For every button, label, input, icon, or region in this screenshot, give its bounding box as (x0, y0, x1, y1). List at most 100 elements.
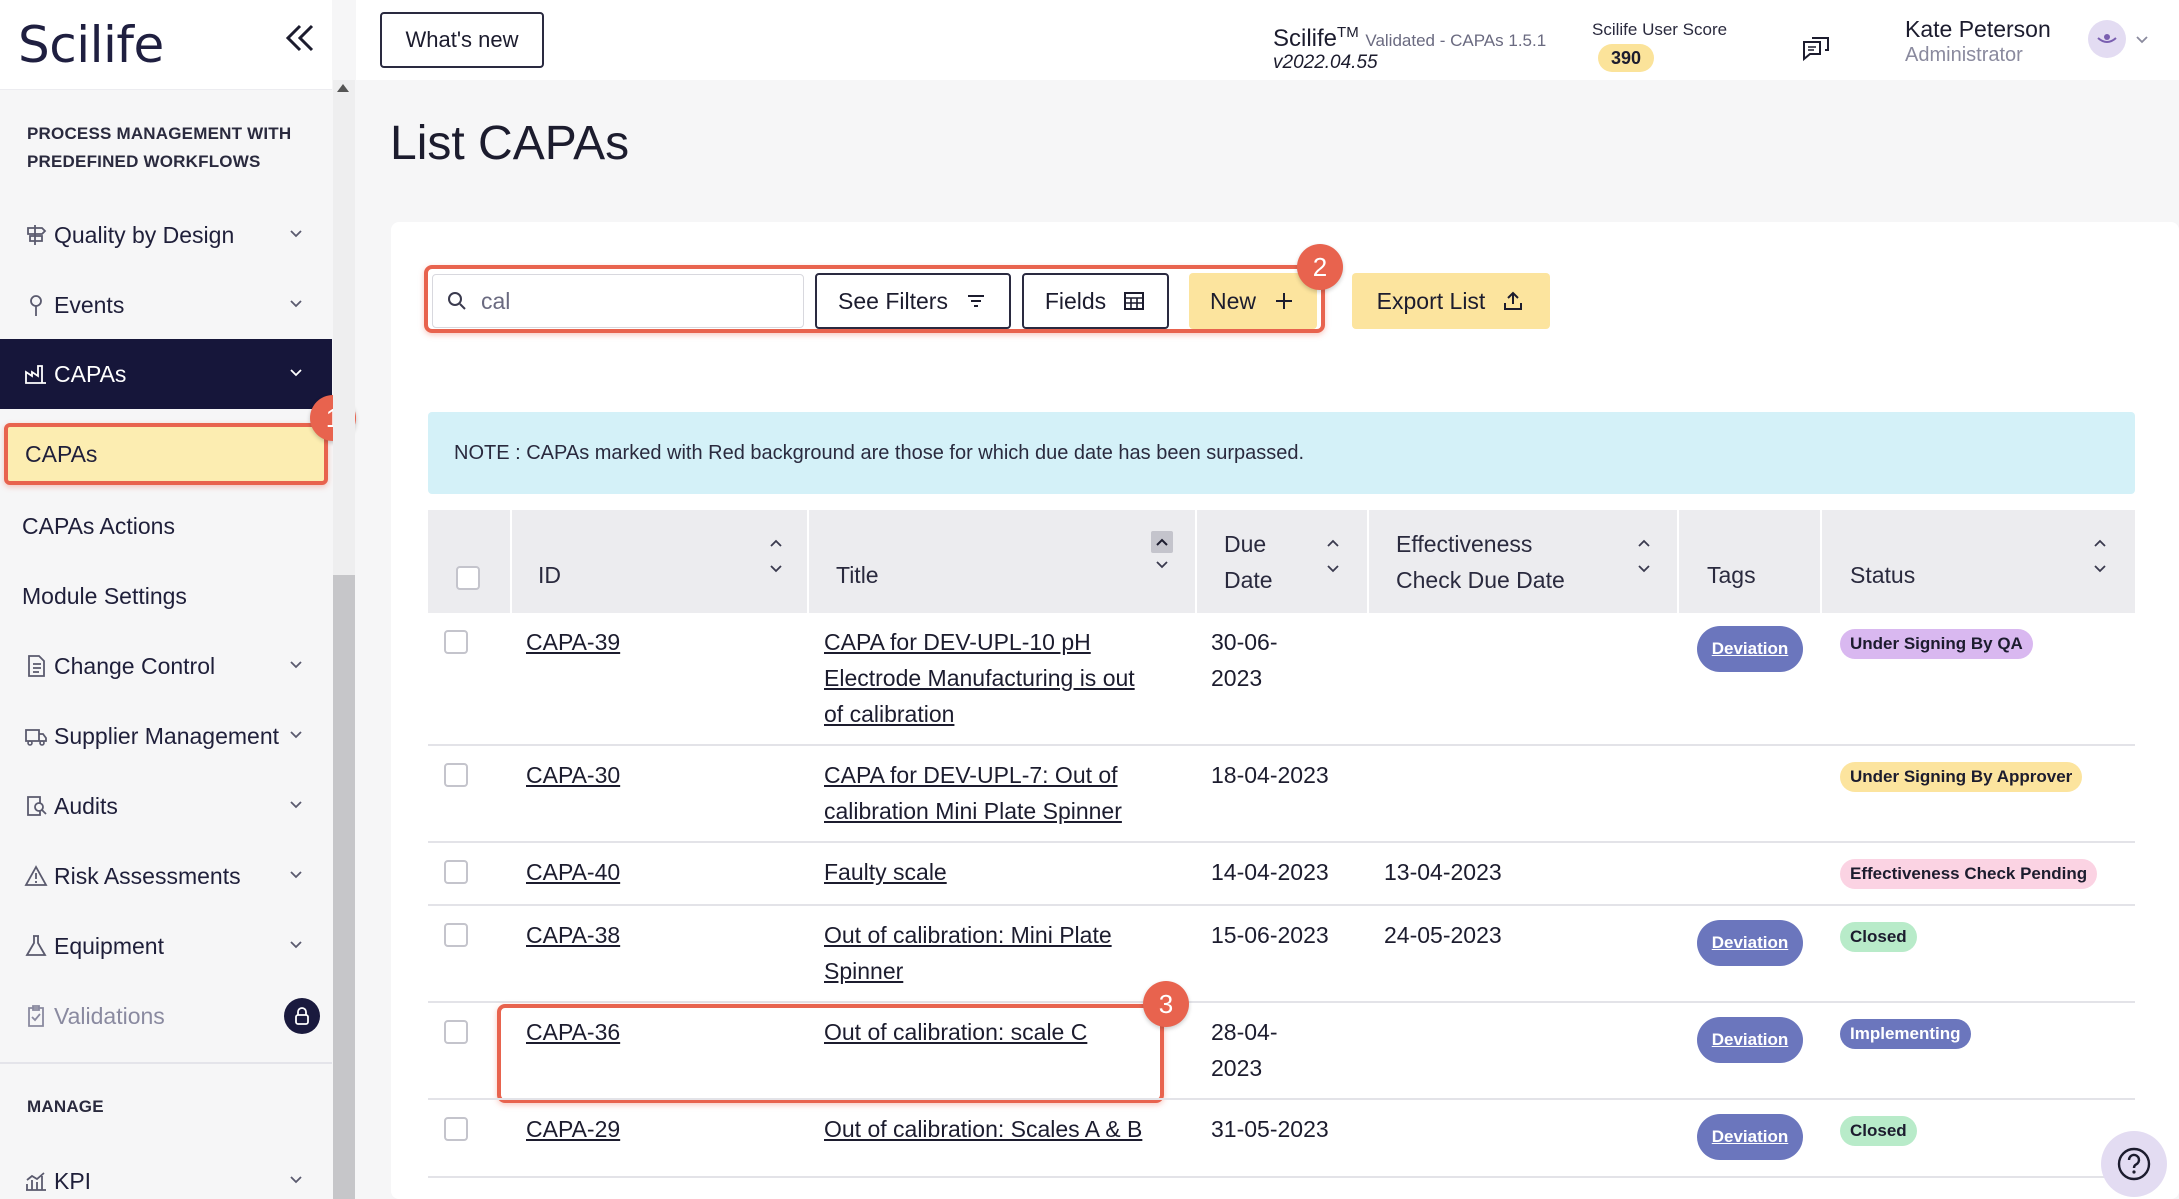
sidebar-scroll-thumb[interactable] (333, 575, 355, 1199)
date-line: 2023 (1211, 665, 1263, 691)
capa-title-link[interactable]: Out of calibration: Scales A & B (824, 1111, 1142, 1147)
factory-icon (22, 360, 50, 388)
status-badge: Implementing (1840, 1019, 1971, 1049)
row-divider (428, 1001, 2135, 1003)
nav-label: Supplier Management (54, 722, 280, 749)
row-divider (428, 1176, 2135, 1178)
export-list-label: Export List (1376, 287, 1486, 314)
nav-events[interactable]: Events (0, 272, 332, 338)
tag-deviation[interactable]: Deviation (1697, 920, 1803, 966)
nav-label: Equipment (54, 932, 164, 959)
tag-deviation[interactable]: Deviation (1697, 1017, 1803, 1063)
title-line: of calibration (824, 701, 955, 727)
chevron-down-icon[interactable] (2134, 34, 2150, 46)
row-checkbox[interactable] (444, 860, 468, 884)
sort-ascending-active-icon[interactable] (1150, 530, 1174, 554)
sub-item-capas[interactable]: CAPAs (4, 423, 328, 485)
status-badge: Closed (1840, 1116, 1917, 1146)
chevron-down-icon (290, 661, 302, 669)
capa-title-link[interactable]: Out of calibration: Mini Plate Spinner (824, 917, 1112, 989)
title-line: Out of calibration: Mini Plate (824, 922, 1112, 948)
status-badge: Under Signing By QA (1840, 629, 2033, 659)
app-name: ScilifeTM Validated - CAPAs 1.5.1 (1273, 24, 1546, 53)
tag-deviation[interactable]: Deviation (1697, 626, 1803, 672)
capa-id-link[interactable]: CAPA-29 (526, 1111, 620, 1147)
header-line: Check Due Date (1396, 567, 1565, 593)
nav-validations[interactable]: Validations (0, 983, 332, 1049)
capa-title-link[interactable]: Faulty scale (824, 854, 947, 890)
sort-icon[interactable] (1636, 536, 1652, 576)
header-line: Effectiveness (1396, 531, 1533, 557)
nav-capas[interactable]: CAPAs (0, 339, 332, 409)
sort-icon[interactable] (1325, 536, 1341, 576)
scilife-logo[interactable]: Scilife (18, 16, 164, 74)
nav-label: KPI (54, 1167, 92, 1194)
nav-label: Risk Assessments (54, 862, 241, 889)
capa-id-link[interactable]: CAPA-39 (526, 624, 620, 660)
title-line: calibration Mini Plate Spinner (824, 798, 1122, 824)
column-header-effectiveness[interactable]: Effectiveness Check Due Date (1396, 526, 1565, 629)
row-checkbox[interactable] (444, 1117, 468, 1141)
whats-new-button[interactable]: What's new (380, 12, 544, 68)
sort-icon[interactable] (768, 536, 784, 576)
row-divider (428, 1098, 2135, 1100)
row-checkbox[interactable] (444, 630, 468, 654)
collapse-sidebar-icon[interactable] (282, 20, 318, 56)
chevron-down-icon (290, 801, 302, 809)
export-list-button[interactable]: Export List (1352, 273, 1550, 329)
truck-icon (22, 722, 50, 750)
user-score-label: Scilife User Score (1592, 20, 1728, 39)
nav-equipment[interactable]: Equipment (0, 913, 332, 979)
sub-item-capas-actions[interactable]: CAPAs Actions (0, 493, 332, 559)
avatar-face-icon (2097, 34, 2117, 43)
nav-risk-assessments[interactable]: Risk Assessments (0, 843, 332, 909)
nav-supplier-management[interactable]: Supplier Management (0, 703, 332, 769)
capa-title-link[interactable]: CAPA for DEV-UPL-10 pH Electrode Manufac… (824, 624, 1135, 732)
title-line: CAPA for DEV-UPL-10 pH (824, 629, 1091, 655)
capa-title-link[interactable]: CAPA for DEV-UPL-7: Out of calibration M… (824, 757, 1122, 829)
row-checkbox[interactable] (444, 1020, 468, 1044)
date-line: 28-04- (1211, 1019, 1278, 1045)
row-checkbox[interactable] (444, 923, 468, 947)
capa-id-link[interactable]: CAPA-40 (526, 854, 620, 890)
section-label-manage: MANAGE (27, 1097, 104, 1116)
toolbar-highlight (424, 265, 1325, 333)
chevron-down-icon (290, 300, 302, 308)
due-date: 28-04- 2023 (1211, 1014, 1277, 1086)
nav-kpi[interactable]: KPI (0, 1148, 332, 1199)
row-checkbox[interactable] (444, 763, 468, 787)
note-banner: NOTE : CAPAs marked with Red background … (428, 412, 2135, 494)
due-date: 15-06-2023 (1211, 922, 1329, 948)
clipboard-icon (22, 1002, 50, 1030)
column-separator (510, 510, 512, 613)
capa-id-link[interactable]: CAPA-38 (526, 917, 620, 953)
avatar[interactable] (2088, 20, 2126, 58)
nav-change-control[interactable]: Change Control (0, 633, 332, 699)
sort-down-icon[interactable] (1154, 556, 1170, 576)
sub-item-module-settings[interactable]: Module Settings (0, 563, 332, 629)
bar-chart-icon (22, 1167, 50, 1195)
column-separator (1677, 510, 1679, 613)
select-all-checkbox[interactable] (456, 566, 480, 590)
due-date: 18-04-2023 (1211, 762, 1329, 788)
tag-deviation[interactable]: Deviation (1697, 1114, 1803, 1160)
user-name[interactable]: Kate Peterson (1905, 16, 2051, 43)
section-label-process: PROCESS MANAGEMENT WITH PREDEFINED WORKF… (27, 124, 292, 171)
sort-icon[interactable] (2092, 536, 2108, 576)
app-version: v2022.04.55 (1273, 52, 1378, 73)
sidebar: Scilife PROCESS MANAGEMENT WITH PREDEFIN… (0, 0, 356, 1199)
user-score-badge: 390 (1598, 44, 1654, 72)
help-button[interactable] (2101, 1131, 2167, 1197)
column-header-due-date[interactable]: Due Date (1224, 526, 1273, 629)
column-separator (1195, 510, 1197, 613)
nav-label: Validations (54, 1002, 165, 1029)
nav-quality-by-design[interactable]: Quality by Design (0, 202, 332, 268)
scroll-up-arrow-icon[interactable] (337, 84, 349, 92)
chevron-down-icon (290, 941, 302, 949)
chat-icon[interactable] (1798, 34, 1832, 68)
header-line: Date (1224, 567, 1273, 593)
nav-label: Audits (54, 792, 118, 819)
chevron-down-icon (290, 731, 302, 739)
capa-id-link[interactable]: CAPA-30 (526, 757, 620, 793)
nav-audits[interactable]: Audits (0, 773, 332, 839)
